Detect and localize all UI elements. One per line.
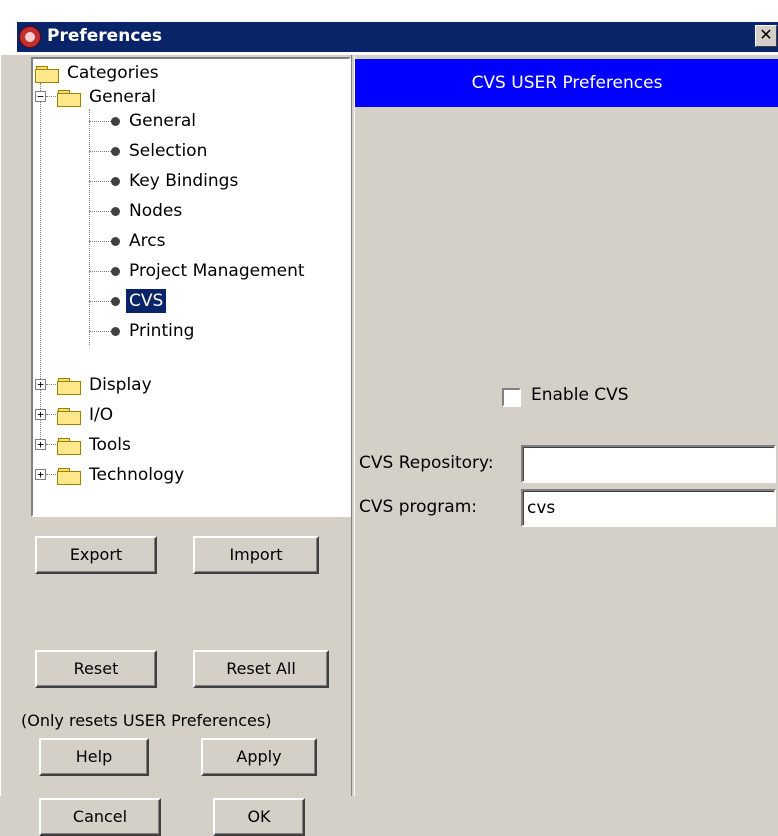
tree-line (89, 271, 111, 272)
tree-item-io[interactable]: I/O (89, 403, 113, 427)
folder-open-icon (57, 89, 83, 107)
cancel-button[interactable]: Cancel (39, 798, 161, 836)
tree-line (89, 151, 111, 152)
tree-line (46, 96, 56, 97)
leaf-bullet-icon (111, 237, 120, 246)
expand-toggle-icon[interactable]: + (35, 409, 46, 420)
folder-icon (57, 377, 83, 395)
tree-line (89, 211, 111, 212)
close-button[interactable]: ✕ (755, 25, 777, 47)
folder-icon (57, 407, 83, 425)
leaf-bullet-icon (111, 207, 120, 216)
tree-item-cvs-selected[interactable]: CVS (126, 289, 167, 313)
import-button[interactable]: Import (193, 536, 319, 574)
cvs-repository-field[interactable] (521, 445, 776, 483)
tree-line (46, 444, 56, 445)
collapse-toggle-icon[interactable]: − (35, 91, 46, 102)
tree-line (46, 414, 56, 415)
leaf-bullet-icon (111, 177, 120, 186)
tree-line (89, 109, 90, 345)
folder-icon (57, 437, 83, 455)
leaf-bullet-icon (111, 147, 120, 156)
expand-toggle-icon[interactable]: + (35, 469, 46, 480)
leaf-bullet-icon (111, 297, 120, 306)
folder-icon (57, 467, 83, 485)
leaf-bullet-icon (111, 117, 120, 126)
tree-item-nodes[interactable]: Nodes (129, 199, 182, 223)
expand-toggle-icon[interactable]: + (35, 439, 46, 450)
cvs-program-label: CVS program: (359, 497, 477, 517)
preferences-panel: CVS USER Preferences Enable CVS CVS Repo… (355, 55, 778, 796)
tree-item-general-group[interactable]: General (89, 85, 156, 109)
reset-button[interactable]: Reset (35, 650, 157, 688)
export-button[interactable]: Export (35, 536, 157, 574)
folder-icon (35, 65, 61, 83)
tree-item-arcs[interactable]: Arcs (129, 229, 165, 253)
ok-button[interactable]: OK (213, 798, 305, 836)
tree-item-tools[interactable]: Tools (89, 433, 131, 457)
leaf-bullet-icon (111, 267, 120, 276)
tree-item-technology[interactable]: Technology (89, 463, 184, 487)
tree-item-key-bindings[interactable]: Key Bindings (129, 169, 238, 193)
leaf-bullet-icon (111, 327, 120, 336)
left-pane: Categories − General General Selection K… (17, 55, 351, 836)
tree-line (89, 181, 111, 182)
reset-note: (Only resets USER Preferences) (21, 711, 272, 730)
tree-line (89, 331, 111, 332)
help-button[interactable]: Help (39, 738, 149, 776)
preferences-window: Preferences ✕ Categories − General Gener… (0, 0, 778, 836)
tree-item-general[interactable]: General (129, 109, 196, 133)
cvs-repository-label: CVS Repository: (359, 453, 494, 473)
tree-item-project-management[interactable]: Project Management (129, 259, 305, 283)
tree-item-printing[interactable]: Printing (129, 319, 194, 343)
tree-line (89, 121, 111, 122)
tree-item-selection[interactable]: Selection (129, 139, 207, 163)
tree-item-display[interactable]: Display (89, 373, 152, 397)
tree-line (89, 241, 111, 242)
enable-cvs-checkbox[interactable] (502, 388, 521, 407)
panel-header: CVS USER Preferences (355, 59, 778, 107)
cvs-program-field[interactable]: cvs (521, 489, 776, 527)
apply-button[interactable]: Apply (201, 738, 317, 776)
tree-line (46, 384, 56, 385)
title-bar[interactable]: Preferences ✕ (17, 22, 778, 52)
electric-logo-icon (19, 26, 41, 48)
window-title: Preferences (47, 26, 163, 46)
category-tree[interactable]: Categories − General General Selection K… (31, 57, 351, 517)
expand-toggle-icon[interactable]: + (35, 379, 46, 390)
enable-cvs-label[interactable]: Enable CVS (531, 385, 629, 405)
tree-line (89, 301, 111, 302)
title-bar-area: Preferences ✕ (1, 0, 778, 55)
tree-root-categories[interactable]: Categories (67, 61, 159, 85)
reset-all-button[interactable]: Reset All (193, 650, 329, 688)
tree-line (46, 474, 56, 475)
